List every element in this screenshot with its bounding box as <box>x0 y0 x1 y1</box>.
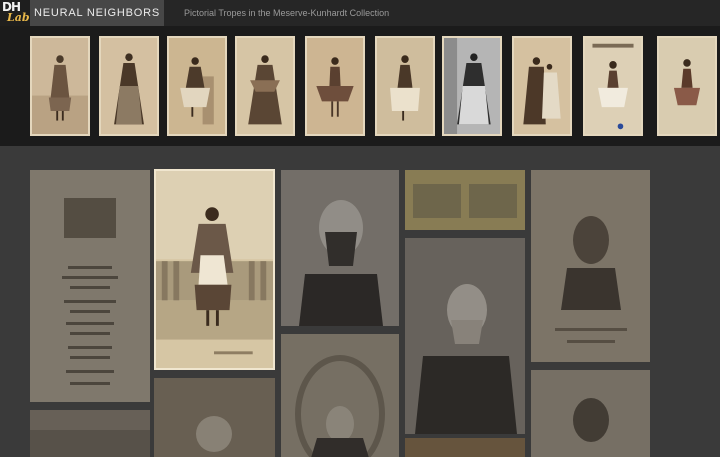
neighbor-thumbnail[interactable] <box>305 36 365 136</box>
stereograph-card[interactable] <box>405 170 525 230</box>
neighbor-thumbnail[interactable] <box>583 36 643 136</box>
logo-lab-text: Lab <box>7 11 30 24</box>
portrait-card[interactable] <box>154 378 275 457</box>
neighbor-thumbnail[interactable] <box>442 36 502 136</box>
page-subtitle: Pictorial Tropes in the Meserve-Kunhardt… <box>184 8 390 18</box>
photo-card[interactable] <box>30 410 150 457</box>
neighbor-thumbnail[interactable] <box>375 36 435 136</box>
portrait-card[interactable] <box>405 238 525 434</box>
neighbor-thumbnail[interactable] <box>657 36 717 136</box>
portrait-card[interactable] <box>281 170 399 326</box>
photo-card[interactable] <box>405 438 525 457</box>
nearest-neighbors-strip <box>0 26 720 146</box>
neighbor-thumbnail[interactable] <box>99 36 159 136</box>
neighbor-thumbnail[interactable] <box>30 36 90 136</box>
neighbor-thumbnail[interactable] <box>167 36 227 136</box>
dh-lab-logo[interactable]: DH Lab <box>0 0 30 26</box>
portrait-card[interactable] <box>531 370 650 457</box>
framed-portrait-card[interactable] <box>281 334 399 457</box>
neighbor-thumbnail[interactable] <box>512 36 572 136</box>
image-grid <box>0 146 720 457</box>
program-document-card[interactable] <box>30 170 150 402</box>
top-bar: DH Lab NEURAL NEIGHBORS Pictorial Tropes… <box>0 0 720 26</box>
signed-portrait-card[interactable] <box>531 170 650 362</box>
tab-neural-neighbors[interactable]: NEURAL NEIGHBORS <box>30 0 164 26</box>
selected-photo-card[interactable] <box>154 169 275 370</box>
neighbor-thumbnail[interactable] <box>235 36 295 136</box>
